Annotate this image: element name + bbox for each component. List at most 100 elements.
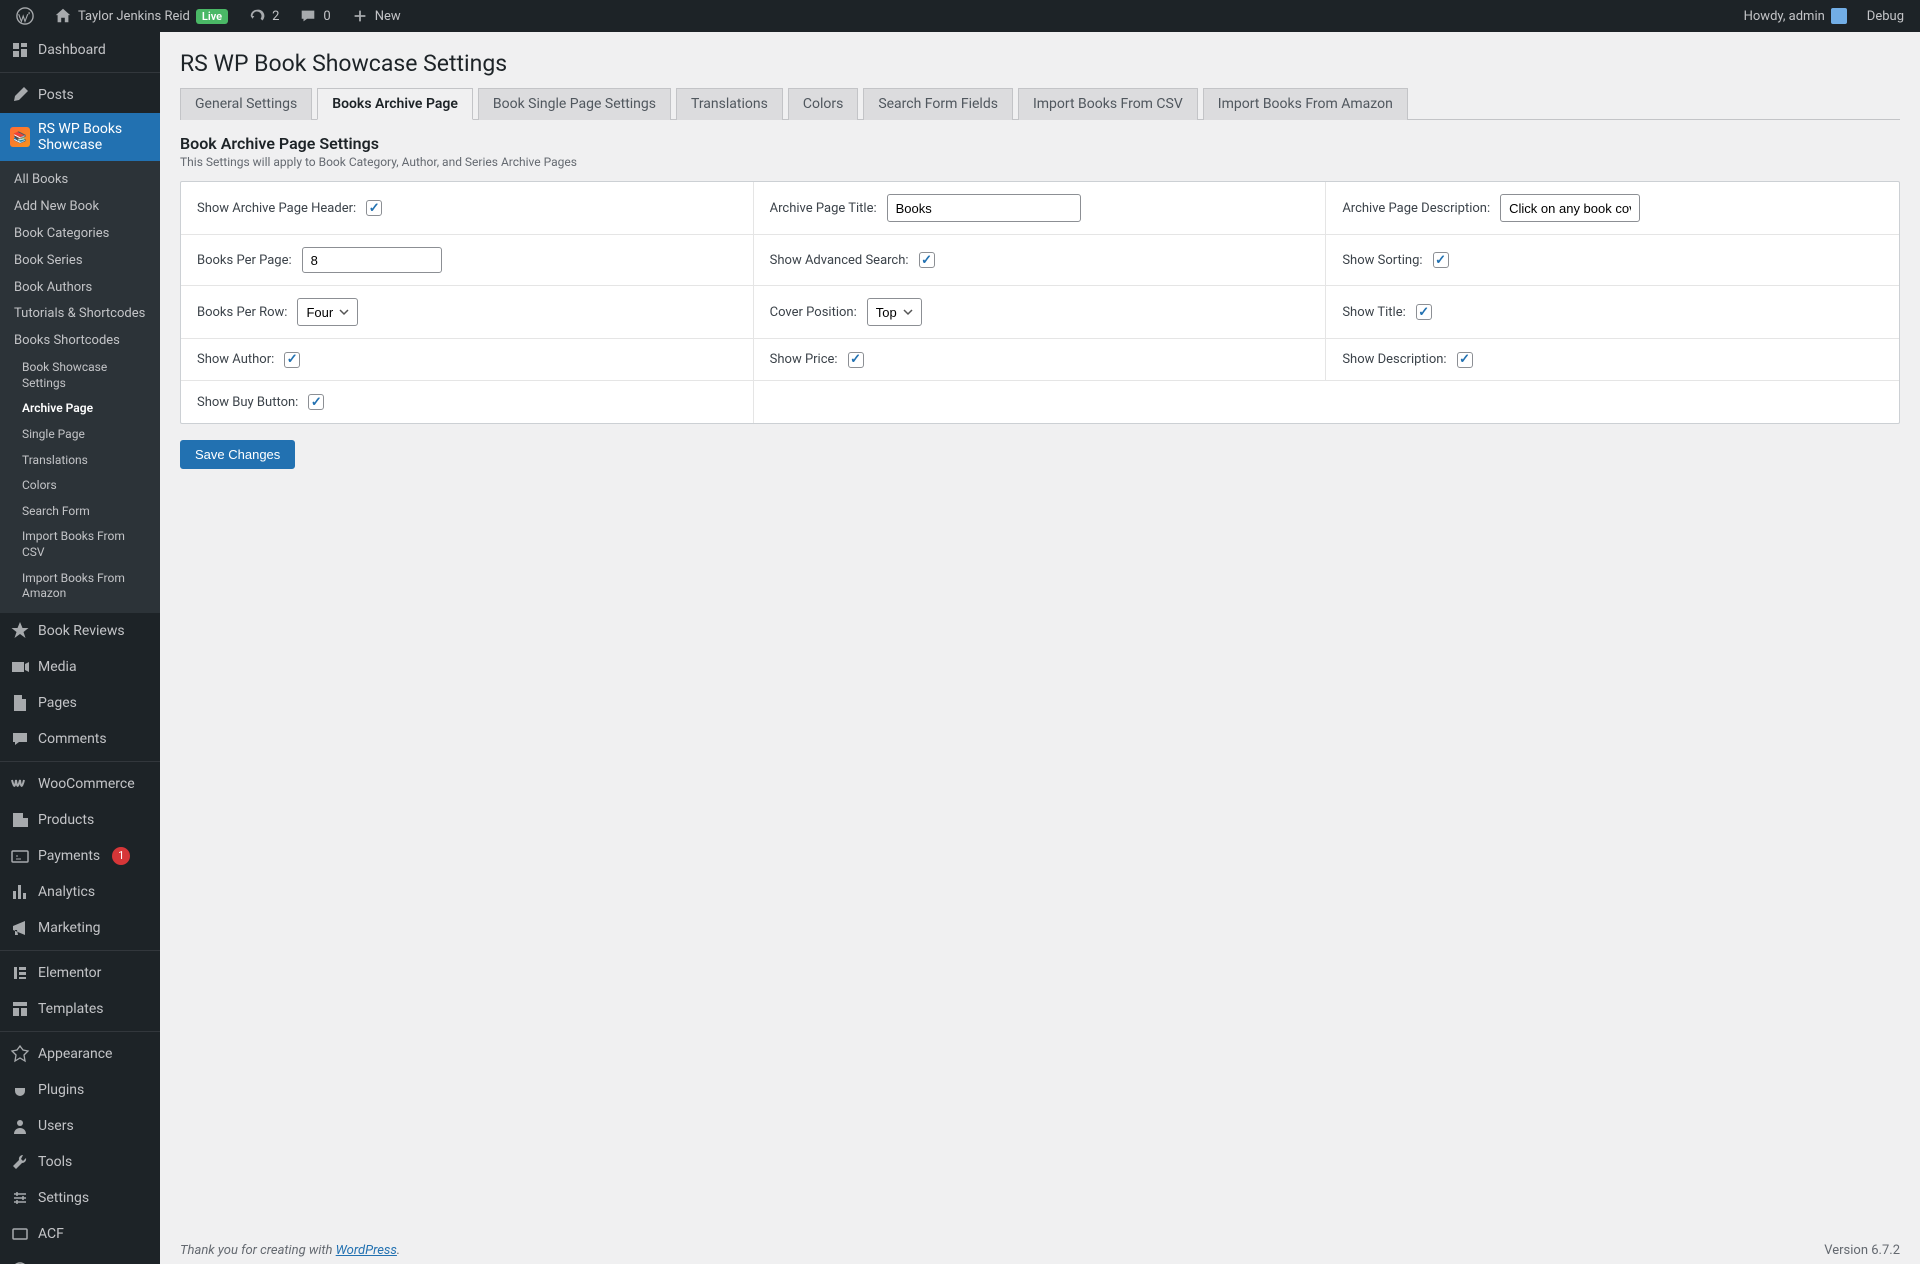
setting-page-title: Archive Page Title: — [754, 182, 1327, 235]
plus-icon — [351, 7, 369, 25]
checkbox-show-title[interactable] — [1416, 304, 1432, 320]
checkbox-show-buy[interactable] — [308, 394, 324, 410]
setting-show-author: Show Author: — [181, 339, 754, 381]
live-badge: Live — [196, 9, 228, 24]
sub-search-form[interactable]: Search Form — [0, 499, 160, 525]
input-per-page[interactable] — [302, 247, 442, 273]
setting-per-row: Books Per Row: Four — [181, 286, 754, 339]
setting-cover-pos: Cover Position: Top — [754, 286, 1327, 339]
sub-import-csv[interactable]: Import Books From CSV — [0, 524, 160, 565]
menu-comments[interactable]: Comments — [0, 721, 160, 757]
wp-logo[interactable] — [8, 0, 42, 32]
checkbox-show-desc[interactable] — [1457, 352, 1473, 368]
site-name-link[interactable]: Taylor Jenkins Reid Live — [46, 0, 236, 32]
menu-templates[interactable]: Templates — [0, 991, 160, 1027]
checkbox-show-author[interactable] — [284, 352, 300, 368]
setting-sorting: Show Sorting: — [1326, 235, 1899, 286]
section-title: Book Archive Page Settings — [180, 134, 1900, 153]
section-desc: This Settings will apply to Book Categor… — [180, 155, 1900, 169]
howdy-text: Howdy, admin — [1744, 9, 1825, 24]
tab-archive[interactable]: Books Archive Page — [317, 88, 473, 120]
sub-series[interactable]: Book Series — [0, 248, 160, 275]
tab-general[interactable]: General Settings — [180, 88, 312, 120]
setting-show-desc: Show Description: — [1326, 339, 1899, 381]
sub-all-books[interactable]: All Books — [0, 167, 160, 194]
sub-single-page[interactable]: Single Page — [0, 422, 160, 448]
sub-showcase-settings[interactable]: Book Showcase Settings — [0, 355, 160, 396]
menu-books-showcase[interactable]: 📚RS WP Books Showcase — [0, 113, 160, 161]
page-title: RS WP Book Showcase Settings — [180, 32, 1900, 87]
menu-posts[interactable]: Posts — [0, 77, 160, 113]
sub-shortcodes[interactable]: Books Shortcodes — [0, 328, 160, 355]
menu-mc4wp[interactable]: MC4WP — [0, 1252, 160, 1264]
main-content: RS WP Book Showcase Settings General Set… — [160, 32, 1920, 1264]
update-icon — [248, 7, 266, 25]
submenu-books: All Books Add New Book Book Categories B… — [0, 161, 160, 613]
menu-acf[interactable]: ACF — [0, 1216, 160, 1252]
checkbox-show-header[interactable] — [366, 200, 382, 216]
menu-plugins[interactable]: Plugins — [0, 1072, 160, 1108]
menu-pages[interactable]: Pages — [0, 685, 160, 721]
setting-adv-search: Show Advanced Search: — [754, 235, 1327, 286]
setting-show-price: Show Price: — [754, 339, 1327, 381]
books-icon: 📚 — [10, 127, 30, 147]
input-page-title[interactable] — [887, 194, 1081, 222]
menu-payments[interactable]: Payments1 — [0, 838, 160, 874]
home-icon — [54, 7, 72, 25]
admin-menu: Dashboard Posts 📚RS WP Books Showcase Al… — [0, 32, 160, 1264]
sub-authors[interactable]: Book Authors — [0, 275, 160, 302]
menu-marketing[interactable]: Marketing — [0, 910, 160, 946]
menu-appearance[interactable]: Appearance — [0, 1036, 160, 1072]
new-link[interactable]: New — [343, 0, 409, 32]
menu-tools[interactable]: Tools — [0, 1144, 160, 1180]
avatar — [1831, 8, 1847, 24]
select-per-row[interactable]: Four — [297, 298, 358, 326]
menu-media[interactable]: Media — [0, 649, 160, 685]
setting-show-buy: Show Buy Button: — [181, 381, 754, 423]
tab-import-csv[interactable]: Import Books From CSV — [1018, 88, 1198, 120]
comments-link[interactable]: 0 — [291, 0, 338, 32]
menu-users[interactable]: Users — [0, 1108, 160, 1144]
sub-tutorials[interactable]: Tutorials & Shortcodes — [0, 301, 160, 328]
save-button[interactable]: Save Changes — [180, 440, 295, 469]
select-cover-pos[interactable]: Top — [867, 298, 922, 326]
tab-import-amazon[interactable]: Import Books From Amazon — [1203, 88, 1408, 120]
comments-count: 0 — [323, 9, 330, 24]
howdy-link[interactable]: Howdy, admin — [1736, 0, 1855, 32]
checkbox-adv-search[interactable] — [919, 252, 935, 268]
input-page-desc[interactable] — [1500, 194, 1640, 222]
nav-tabs: General Settings Books Archive Page Book… — [180, 87, 1900, 120]
tab-colors[interactable]: Colors — [788, 88, 858, 120]
version-label: Version 6.7.2 — [1824, 1243, 1900, 1258]
menu-analytics[interactable]: Analytics — [0, 874, 160, 910]
checkbox-show-price[interactable] — [848, 352, 864, 368]
sub-add-new[interactable]: Add New Book — [0, 194, 160, 221]
menu-settings[interactable]: Settings — [0, 1180, 160, 1216]
updates-count: 2 — [272, 9, 279, 24]
setting-per-page: Books Per Page: — [181, 235, 754, 286]
sub-translations[interactable]: Translations — [0, 448, 160, 474]
menu-products[interactable]: Products — [0, 802, 160, 838]
admin-bar: Taylor Jenkins Reid Live 2 0 New Howdy, … — [0, 0, 1920, 32]
updates-link[interactable]: 2 — [240, 0, 287, 32]
site-name: Taylor Jenkins Reid — [78, 9, 190, 24]
menu-elementor[interactable]: Elementor — [0, 955, 160, 991]
setting-show-title: Show Title: — [1326, 286, 1899, 339]
tab-translations[interactable]: Translations — [676, 88, 783, 120]
settings-grid: Show Archive Page Header: Archive Page T… — [180, 181, 1900, 424]
sub-import-amazon[interactable]: Import Books From Amazon — [0, 566, 160, 607]
footer: Thank you for creating with WordPress. V… — [180, 1223, 1900, 1264]
menu-book-reviews[interactable]: Book Reviews — [0, 613, 160, 649]
wordpress-link[interactable]: WordPress — [336, 1243, 397, 1258]
menu-dashboard[interactable]: Dashboard — [0, 32, 160, 68]
menu-woocommerce[interactable]: WooCommerce — [0, 766, 160, 802]
debug-link[interactable]: Debug — [1859, 0, 1912, 32]
checkbox-sorting[interactable] — [1433, 252, 1449, 268]
tab-search-fields[interactable]: Search Form Fields — [863, 88, 1013, 120]
comment-icon — [299, 7, 317, 25]
tab-single[interactable]: Book Single Page Settings — [478, 88, 671, 120]
sub-categories[interactable]: Book Categories — [0, 221, 160, 248]
sub-archive-page[interactable]: Archive Page — [0, 396, 160, 422]
sub-colors[interactable]: Colors — [0, 473, 160, 499]
setting-page-desc: Archive Page Description: — [1326, 182, 1899, 235]
